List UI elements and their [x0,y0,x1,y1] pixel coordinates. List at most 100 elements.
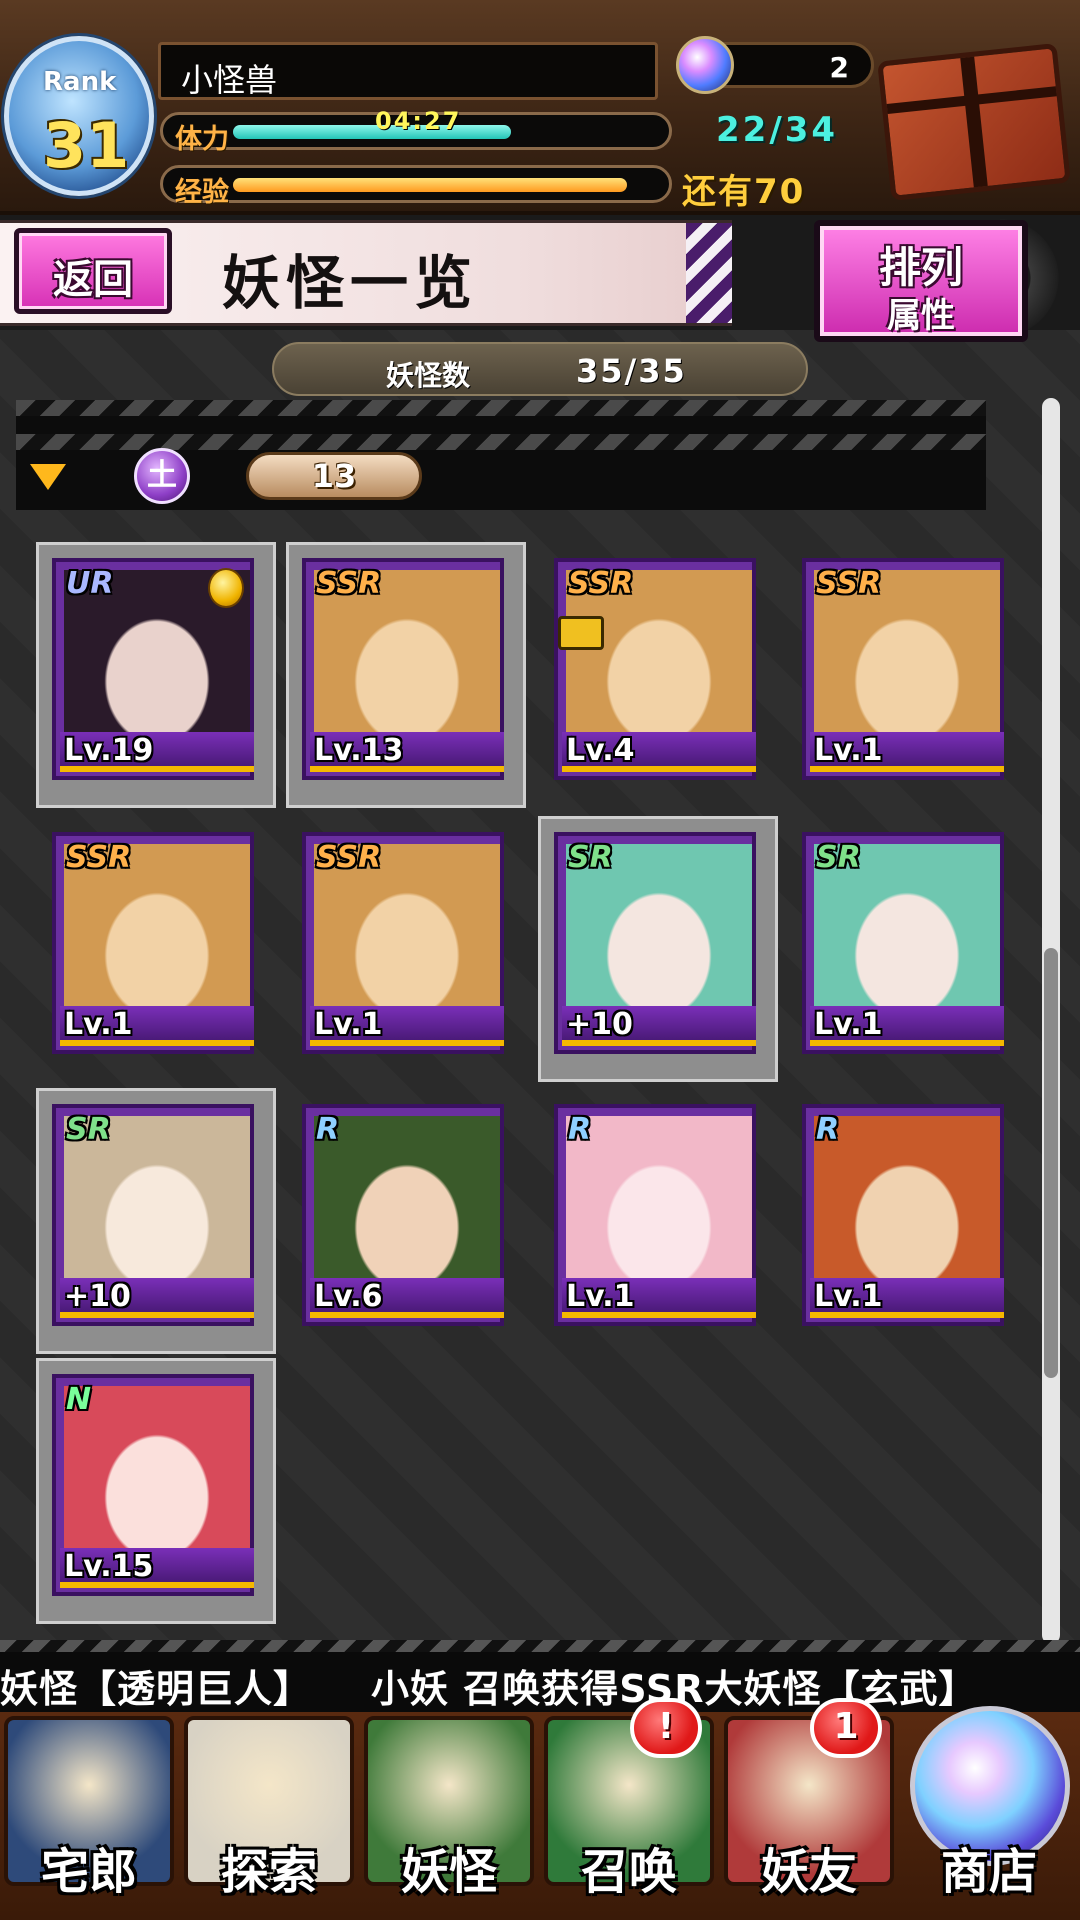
back-button[interactable]: 返回 [14,228,172,314]
yokai-card[interactable]: Lv.1 SR [802,832,1004,1054]
rarity-badge: SSR [816,566,882,601]
yokai-count-label: 妖怪数 [386,359,471,392]
card-frame: Lv.1 R [554,1104,756,1326]
page-title: 妖怪一览 [222,249,479,317]
yokai-portrait [814,1116,1000,1296]
player-name: 小怪兽 [181,61,278,99]
yokai-card[interactable]: Lv.1 R [802,1104,1004,1326]
nav-label: 宅郎 [40,1844,137,1900]
news-ticker: 妖怪【透明巨人】 小妖 召唤获得SSR大妖怪【玄武】 [0,1652,1080,1712]
rarity-badge: R [816,1112,840,1147]
gem-count: 2 [829,51,849,84]
card-level: Lv.1 [814,733,883,768]
crown-medal-icon [208,568,244,608]
nav-label: 妖友 [760,1844,857,1900]
stamina-timer: 04:27 [375,107,462,135]
rarity-badge: SR [816,840,861,875]
yokai-count: 妖怪数 35/35 [272,342,808,396]
card-frame: +10 SR [554,832,756,1054]
yokai-card[interactable]: Lv.19 UR [36,542,276,808]
lock-icon [558,616,604,650]
card-level: Lv.19 [64,733,154,768]
nav-item[interactable]: 宅郎 [0,1712,178,1920]
filter-row[interactable]: 土 13 [30,448,430,504]
nav-item[interactable]: 商店 [900,1706,1078,1920]
nav-item[interactable]: 召唤! [540,1698,718,1920]
nav-label: 召唤 [580,1844,677,1900]
yokai-card[interactable]: Lv.1 SSR [52,832,254,1054]
card-frame: Lv.6 R [302,1104,504,1326]
yokai-card[interactable]: Lv.6 R [302,1104,504,1326]
card-level: Lv.1 [814,1007,883,1042]
yokai-card[interactable]: +10 SR [538,816,778,1082]
nav-item[interactable]: 妖怪 [360,1712,538,1920]
yokai-card[interactable]: Lv.13 SSR [286,542,526,808]
card-level: Lv.1 [64,1007,133,1042]
card-level: Lv.4 [566,733,635,768]
yokai-card[interactable]: Lv.1 SSR [802,558,1004,780]
sort-title: 排列 [878,243,963,292]
card-frame: Lv.1 SR [802,832,1004,1054]
card-level: +10 [64,1279,131,1314]
sort-mode: 属性 [887,296,955,336]
stamina-value: 22/34 [716,110,839,150]
yokai-portrait [566,1116,752,1296]
card-level: Lv.15 [64,1549,154,1584]
card-frame: Lv.1 SSR [802,558,1004,780]
card-frame: +10 SR [52,1104,254,1326]
exp-fill [233,178,627,192]
ticker-divider [0,1640,1080,1652]
yokai-card[interactable]: Lv.1 SSR [302,832,504,1054]
card-level: Lv.1 [314,1007,383,1042]
stamina-bar: 体力 04:27 [160,107,672,155]
rarity-badge: SSR [568,566,634,601]
yokai-card[interactable]: Lv.1 R [554,1104,756,1326]
treasure-chest-icon[interactable] [877,42,1071,202]
card-frame: Lv.13 SSR [302,558,504,780]
scrollbar[interactable] [1042,398,1060,1644]
notification-badge: 1 [810,1698,882,1758]
nav-item[interactable]: 探索 [180,1712,358,1920]
scrollbar-thumb[interactable] [1044,948,1058,1378]
yokai-count-value: 35/35 [576,352,687,390]
yokai-card[interactable]: Lv.4 SSR [554,558,756,780]
filter-divider [16,400,986,416]
rarity-badge: SSR [316,840,382,875]
stamina-fill [233,125,511,139]
rank-label: Rank [43,67,117,97]
triangle-down-icon[interactable] [30,464,66,490]
card-level: Lv.1 [566,1279,635,1314]
rarity-badge: UR [66,566,114,601]
notification-badge: ! [630,1698,702,1758]
yokai-portrait [314,1116,500,1296]
rank-badge: Rank 31 [4,36,154,196]
card-level: Lv.6 [314,1279,383,1314]
rarity-badge: SSR [316,566,382,601]
rarity-badge: SSR [66,840,132,875]
nav-label: 探索 [220,1844,317,1900]
card-frame: Lv.1 R [802,1104,1004,1326]
gem-orb-icon [676,36,734,94]
nav-label: 妖怪 [400,1844,497,1900]
card-frame: Lv.4 SSR [554,558,756,780]
rarity-badge: R [568,1112,592,1147]
card-frame: Lv.1 SSR [302,832,504,1054]
back-label: 返回 [53,257,133,303]
rarity-badge: SR [66,1112,111,1147]
nav-item[interactable]: 妖友 1 [720,1698,898,1920]
rarity-badge: R [316,1112,340,1147]
sort-button[interactable]: 排列 属性 [814,220,1028,342]
earth-attribute-icon: 土 [134,448,190,504]
card-frame: Lv.19 UR [52,558,254,780]
stamina-label: 体力 [175,124,229,155]
nav-label: 商店 [940,1844,1037,1900]
card-level: Lv.13 [314,733,404,768]
yokai-card[interactable]: Lv.15 N [36,1358,276,1624]
rank-value: 31 [43,109,130,182]
card-frame: Lv.15 N [52,1374,254,1596]
title-bar-ornament [686,223,732,323]
card-level: Lv.1 [814,1279,883,1314]
card-frame: Lv.1 SSR [52,832,254,1054]
exp-remaining: 还有70 [682,172,806,212]
yokai-card[interactable]: +10 SR [36,1088,276,1354]
